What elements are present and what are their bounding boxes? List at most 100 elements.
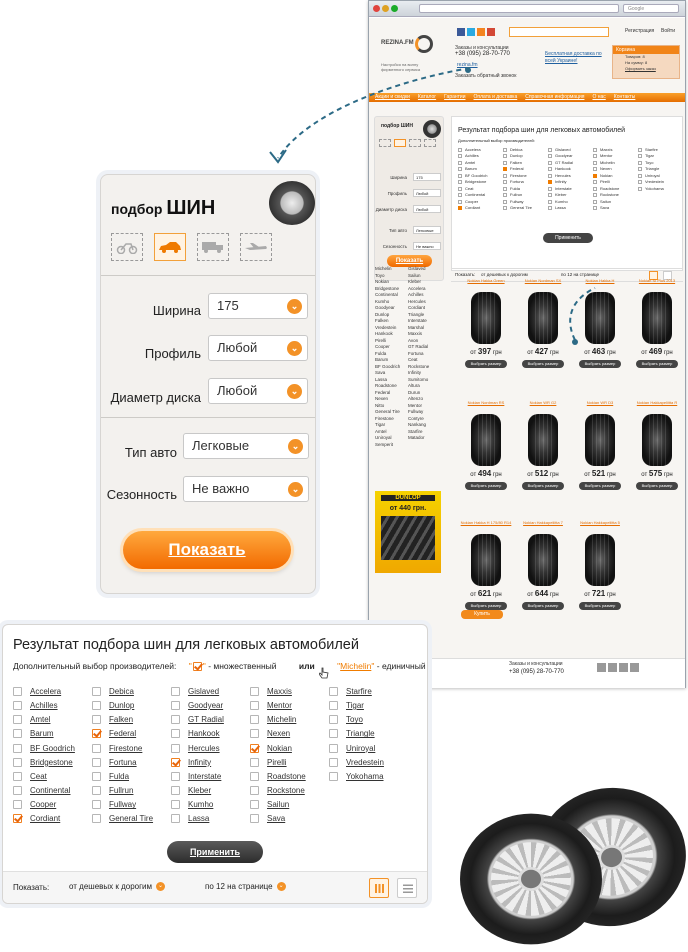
car-icon[interactable] <box>154 233 186 261</box>
brand-checkbox-item[interactable]: Barum <box>13 729 92 739</box>
checkbox[interactable] <box>13 800 22 810</box>
brand-checkbox-item[interactable]: Cooper <box>13 800 92 810</box>
brand-checkbox-item[interactable]: Starfire <box>329 686 408 696</box>
list-view-button[interactable] <box>397 878 417 898</box>
brand-label[interactable]: Hercules <box>188 744 220 753</box>
brand-label[interactable]: Yokohama <box>346 772 384 781</box>
brand-checkbox-item[interactable]: Sailun <box>250 800 329 810</box>
brand-label[interactable]: Rockstone <box>267 786 305 795</box>
brand-checkbox-item[interactable]: Interstate <box>171 771 250 781</box>
brand-checkbox-item[interactable]: Infinity <box>171 757 250 767</box>
checkbox[interactable] <box>250 786 259 796</box>
season-select[interactable]: Не важно ⌄ <box>183 476 309 502</box>
brand-checkbox-item[interactable]: Achilles <box>13 700 92 710</box>
checkbox[interactable] <box>171 814 180 824</box>
car-type-select[interactable]: Легковые ⌄ <box>183 433 309 459</box>
brand-checkbox-item[interactable]: Tigar <box>329 700 408 710</box>
brand-label[interactable]: Dunlop <box>109 701 134 710</box>
per-page-select[interactable]: по 12 на странице ⌄ <box>205 882 286 892</box>
brand-checkbox-item[interactable]: Pirelli <box>250 757 329 767</box>
brand-checkbox-item[interactable]: Goodyear <box>171 700 250 710</box>
brand-label[interactable]: Uniroyal <box>346 744 375 753</box>
checkbox[interactable] <box>250 800 259 810</box>
brand-label[interactable]: Michelin <box>267 715 296 724</box>
brand-checkbox-item[interactable]: Mentor <box>250 700 329 710</box>
brand-checkbox-item[interactable]: Amtel <box>13 715 92 725</box>
brand-label[interactable]: Cordiant <box>30 814 60 823</box>
brand-checkbox-item[interactable]: Yokohama <box>329 771 408 781</box>
brand-label[interactable]: Falken <box>109 715 133 724</box>
brand-label[interactable]: Mentor <box>267 701 292 710</box>
checkbox[interactable] <box>329 700 338 710</box>
brand-label[interactable]: Hankook <box>188 729 220 738</box>
checkbox[interactable] <box>171 786 180 796</box>
brand-checkbox-item[interactable]: Fortuna <box>92 757 171 767</box>
brand-checkbox-item[interactable]: Hankook <box>171 729 250 739</box>
brand-checkbox-item[interactable]: Ceat <box>13 771 92 781</box>
brand-checkbox-item[interactable]: Sava <box>250 814 329 824</box>
truck-icon[interactable] <box>197 233 229 261</box>
brand-checkbox-item[interactable]: Hercules <box>171 743 250 753</box>
brand-checkbox-item[interactable]: Falken <box>92 715 171 725</box>
checkbox[interactable] <box>250 686 259 696</box>
brand-label[interactable]: Achilles <box>30 701 58 710</box>
checkbox[interactable] <box>92 786 101 796</box>
brand-checkbox-item[interactable]: Triangle <box>329 729 408 739</box>
brand-checkbox-item[interactable]: GT Radial <box>171 715 250 725</box>
brand-checkbox-item[interactable]: Fulda <box>92 771 171 781</box>
brand-label[interactable]: Fortuna <box>109 758 137 767</box>
brand-checkbox-item[interactable]: Uniroyal <box>329 743 408 753</box>
checkbox[interactable] <box>13 700 22 710</box>
checkbox[interactable] <box>250 715 259 725</box>
brand-checkbox-item[interactable]: Gislaved <box>171 686 250 696</box>
moto-icon[interactable] <box>111 233 143 261</box>
brand-label[interactable]: Federal <box>109 729 136 738</box>
brand-checkbox-item[interactable]: Kleber <box>171 786 250 796</box>
brand-label[interactable]: Infinity <box>188 758 211 767</box>
brand-label[interactable]: Firestone <box>109 744 142 753</box>
checkbox[interactable] <box>329 729 338 739</box>
apply-button[interactable]: Применить <box>167 841 263 863</box>
brand-label[interactable]: Vredestein <box>346 758 384 767</box>
brand-checkbox-item[interactable]: BF Goodrich <box>13 743 92 753</box>
checkbox[interactable] <box>92 757 101 767</box>
checkbox[interactable] <box>171 771 180 781</box>
brand-label[interactable]: Fullrun <box>109 786 133 795</box>
checkbox[interactable] <box>13 757 22 767</box>
brand-label[interactable]: Kumho <box>188 800 213 809</box>
checkbox[interactable] <box>13 686 22 696</box>
checkbox[interactable] <box>250 757 259 767</box>
brand-label[interactable]: Continental <box>30 786 70 795</box>
checkbox[interactable] <box>329 686 338 696</box>
checkbox[interactable] <box>250 814 259 824</box>
brand-checkbox-item[interactable]: Roadstone <box>250 771 329 781</box>
brand-label[interactable]: Sailun <box>267 800 289 809</box>
brand-label[interactable]: Accelera <box>30 687 61 696</box>
checkbox[interactable] <box>13 715 22 725</box>
profile-select[interactable]: Любой ⌄ <box>208 335 308 361</box>
brand-checkbox-item[interactable]: Michelin <box>250 715 329 725</box>
checkbox[interactable] <box>92 771 101 781</box>
brand-label[interactable]: Nexen <box>267 729 290 738</box>
brand-checkbox-item[interactable]: Debica <box>92 686 171 696</box>
brand-label[interactable]: Amtel <box>30 715 50 724</box>
brand-label[interactable]: Kleber <box>188 786 211 795</box>
brand-label[interactable]: Bridgestone <box>30 758 73 767</box>
brand-label[interactable]: Triangle <box>346 729 375 738</box>
brand-label[interactable]: Nokian <box>267 744 292 753</box>
brand-label[interactable]: Barum <box>30 729 54 738</box>
checkbox[interactable] <box>13 743 22 753</box>
brand-label[interactable]: Ceat <box>30 772 47 781</box>
sort-select[interactable]: от дешевых к дорогим ⌄ <box>69 882 165 892</box>
checkbox[interactable] <box>13 786 22 796</box>
brand-label[interactable]: Cooper <box>30 800 56 809</box>
brand-label[interactable]: Sava <box>267 814 285 823</box>
diameter-select[interactable]: Любой ⌄ <box>208 378 308 404</box>
checkbox[interactable] <box>92 729 101 739</box>
brand-checkbox-item[interactable]: Bridgestone <box>13 757 92 767</box>
checkbox[interactable] <box>171 729 180 739</box>
brand-checkbox-item[interactable]: Maxxis <box>250 686 329 696</box>
checkbox[interactable] <box>250 729 259 739</box>
brand-label[interactable]: Roadstone <box>267 772 306 781</box>
brand-label[interactable]: Lassa <box>188 814 209 823</box>
